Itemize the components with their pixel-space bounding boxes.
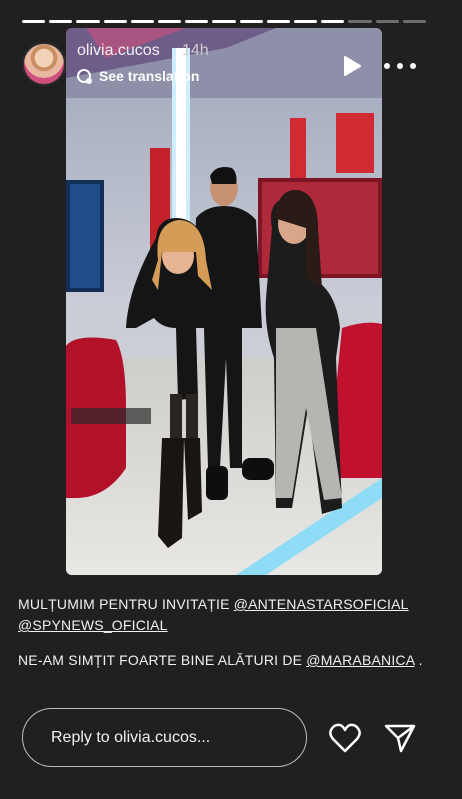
progress-segment — [375, 20, 399, 23]
play-button[interactable] — [340, 54, 364, 78]
mention-link[interactable]: @MARABANICA — [306, 652, 414, 668]
story-header: olivia.cucos 14h See translation — [22, 40, 442, 88]
progress-segment — [348, 20, 372, 23]
progress-segment — [239, 20, 263, 23]
like-button[interactable] — [328, 722, 362, 754]
username-link[interactable]: olivia.cucos — [77, 42, 160, 60]
more-options-button[interactable] — [384, 60, 416, 72]
progress-segment — [103, 20, 127, 23]
progress-segment — [294, 20, 318, 23]
send-button[interactable] — [383, 722, 417, 754]
progress-segment — [212, 20, 236, 23]
progress-segment — [321, 20, 345, 23]
progress-segment — [49, 20, 73, 23]
reply-placeholder: Reply to olivia.cucos... — [51, 728, 211, 746]
avatar[interactable] — [22, 42, 66, 86]
mention-link[interactable]: @ANTENASTARSOFICIAL — [234, 596, 409, 612]
progress-segment — [266, 20, 291, 23]
see-translation-label: See translation — [99, 68, 200, 84]
post-time: 14h — [182, 42, 209, 59]
story-photo-image — [66, 28, 382, 575]
caption-text: . — [414, 652, 423, 668]
more-icon — [410, 63, 416, 69]
story-caption: MULȚUMIM PENTRU INVITAȚIE @ANTENASTARSOF… — [18, 594, 448, 671]
story-progress-bar — [22, 20, 427, 23]
progress-segment — [185, 20, 209, 23]
progress-segment — [158, 20, 182, 23]
progress-segment — [130, 20, 155, 23]
caption-text: NE-AM SIMȚIT FOARTE BINE ALĂTURI DE — [18, 652, 307, 668]
heart-icon — [329, 723, 361, 753]
mention-link[interactable]: @SPYNEWS_OFICIAL — [18, 617, 168, 633]
progress-segment — [402, 20, 427, 23]
more-icon — [384, 63, 390, 69]
send-icon — [384, 724, 416, 753]
caption-text: MULȚUMIM PENTRU INVITAȚIE — [18, 596, 234, 612]
story-photo[interactable] — [66, 28, 382, 575]
translate-icon — [77, 69, 92, 84]
see-translation-button[interactable]: See translation — [77, 68, 199, 84]
caption-line: NE-AM SIMȚIT FOARTE BINE ALĂTURI DE @MAR… — [18, 650, 448, 671]
more-icon — [397, 63, 403, 69]
play-icon — [344, 56, 361, 76]
progress-segment — [22, 20, 46, 23]
story-viewer: olivia.cucos 14h See translation MULȚUMI… — [0, 0, 462, 799]
reply-input[interactable]: Reply to olivia.cucos... — [22, 708, 307, 767]
progress-segment — [76, 20, 100, 23]
